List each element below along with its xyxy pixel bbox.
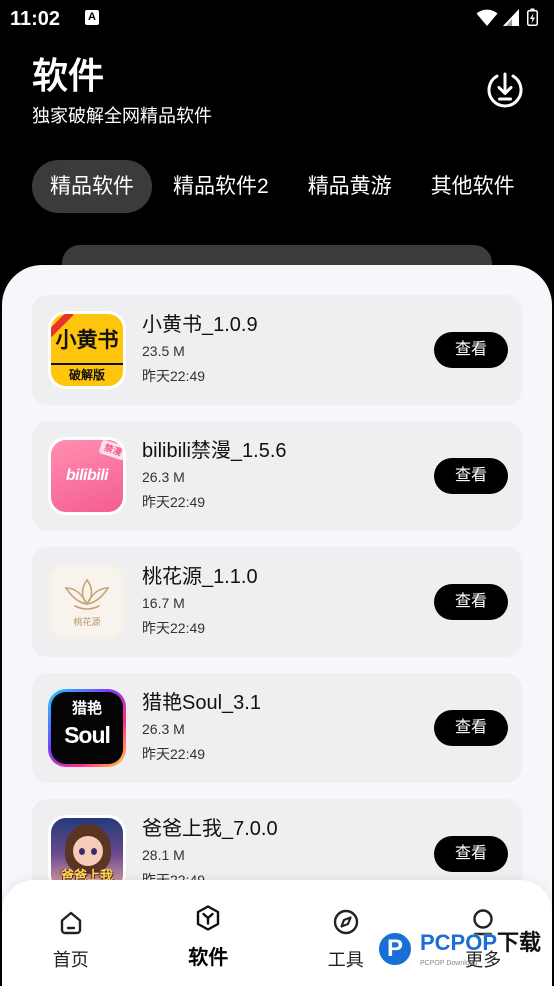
- nav-label: 软件: [188, 947, 229, 969]
- nav-item-home[interactable]: 首页: [2, 880, 140, 986]
- icon-art-eye: [91, 848, 97, 855]
- app-icon-taohuayuan: 桃花源: [48, 563, 126, 641]
- app-name: 小黄书_1.0.9: [142, 314, 258, 336]
- watermark-brand: PCPOP下载: [420, 930, 541, 956]
- app-date: 昨天22:49: [142, 620, 206, 636]
- app-size: 26.3 M: [142, 721, 185, 737]
- pcpop-logo-icon: P: [376, 930, 414, 968]
- cube-icon: [197, 905, 220, 931]
- app-icon-xiaohuangshu: 小黄书 破解版: [48, 311, 126, 389]
- app-name: bilibili禁漫_1.5.6: [142, 440, 287, 462]
- icon-badge-text: 破解版: [51, 363, 123, 386]
- app-name: 桃花源_1.1.0: [142, 566, 258, 588]
- tab-jingpin-huangyou[interactable]: 精品黄游: [290, 160, 410, 213]
- status-bar: 11:02 A: [0, 0, 554, 40]
- view-button[interactable]: 查看: [434, 710, 508, 746]
- page-subtitle: 独家破解全网精品软件: [32, 106, 212, 126]
- wifi-icon: [476, 9, 498, 26]
- icon-logo-text-top: 猎艳: [71, 700, 102, 717]
- app-size: 16.7 M: [142, 595, 185, 611]
- icon-badge-text: 禁漫: [98, 440, 123, 461]
- view-button[interactable]: 查看: [434, 584, 508, 620]
- app-size: 26.3 M: [142, 469, 185, 485]
- nav-item-software[interactable]: 软件: [140, 880, 278, 986]
- status-time: 11:02: [10, 8, 61, 30]
- home-icon: [60, 911, 81, 935]
- view-button[interactable]: 查看: [434, 458, 508, 494]
- app-size: 28.1 M: [142, 847, 185, 863]
- app-list: 小黄书 破解版 小黄书_1.0.9 23.5 M 昨天22:49 查看 bili…: [32, 295, 522, 909]
- icon-logo-text: Soul: [64, 722, 111, 748]
- app-icon-soul: 猎艳 Soul: [48, 689, 126, 767]
- tab-jingpin-ruanjian[interactable]: 精品软件: [32, 160, 152, 213]
- list-item[interactable]: bilibili 禁漫 bilibili禁漫_1.5.6 26.3 M 昨天22…: [32, 421, 522, 531]
- list-item[interactable]: 小黄书 破解版 小黄书_1.0.9 23.5 M 昨天22:49 查看: [32, 295, 522, 405]
- app-name: 猎艳Soul_3.1: [142, 692, 261, 714]
- signal-icon: [503, 9, 519, 26]
- app-size: 23.5 M: [142, 343, 185, 359]
- app-date: 昨天22:49: [142, 368, 206, 384]
- view-button[interactable]: 查看: [434, 836, 508, 872]
- app-date: 昨天22:49: [142, 746, 206, 762]
- download-icon[interactable]: [485, 70, 525, 110]
- watermark-tagline: PCPOP Download: [420, 960, 478, 967]
- app-name: 爸爸上我_7.0.0: [142, 818, 278, 840]
- app-icon-bilibili: bilibili 禁漫: [48, 437, 126, 515]
- notification-a-icon: A: [85, 10, 99, 25]
- icon-logo-text: 桃花源: [73, 617, 101, 627]
- tab-jingpin-ruanjian-2[interactable]: 精品软件2: [155, 160, 287, 213]
- pcpop-watermark: P PCPOP下载 PCPOP Download: [376, 928, 548, 974]
- icon-art-eye: [79, 848, 85, 855]
- list-item[interactable]: 猎艳 Soul 猎艳Soul_3.1 26.3 M 昨天22:49 查看: [32, 673, 522, 783]
- icon-inner: 猎艳 Soul: [51, 692, 123, 764]
- view-button[interactable]: 查看: [434, 332, 508, 368]
- page-title: 软件: [32, 55, 105, 96]
- compass-icon: [333, 909, 358, 935]
- category-tabs: 精品软件 精品软件2 精品黄游 其他软件: [32, 160, 533, 213]
- nav-label: 首页: [52, 950, 89, 970]
- icon-logo-text: bilibili: [65, 467, 109, 484]
- list-item[interactable]: 桃花源 桃花源_1.1.0 16.7 M 昨天22:49 查看: [32, 547, 522, 657]
- app-date: 昨天22:49: [142, 494, 206, 510]
- watermark-brand-latin: PCPOP: [420, 930, 498, 955]
- icon-logo-text: 小黄书: [55, 329, 119, 352]
- tab-qita-ruanjian[interactable]: 其他软件: [413, 160, 533, 213]
- watermark-brand-cn: 下载: [497, 930, 542, 955]
- icon-art-face: [73, 836, 103, 866]
- battery-charging-icon: [527, 8, 538, 26]
